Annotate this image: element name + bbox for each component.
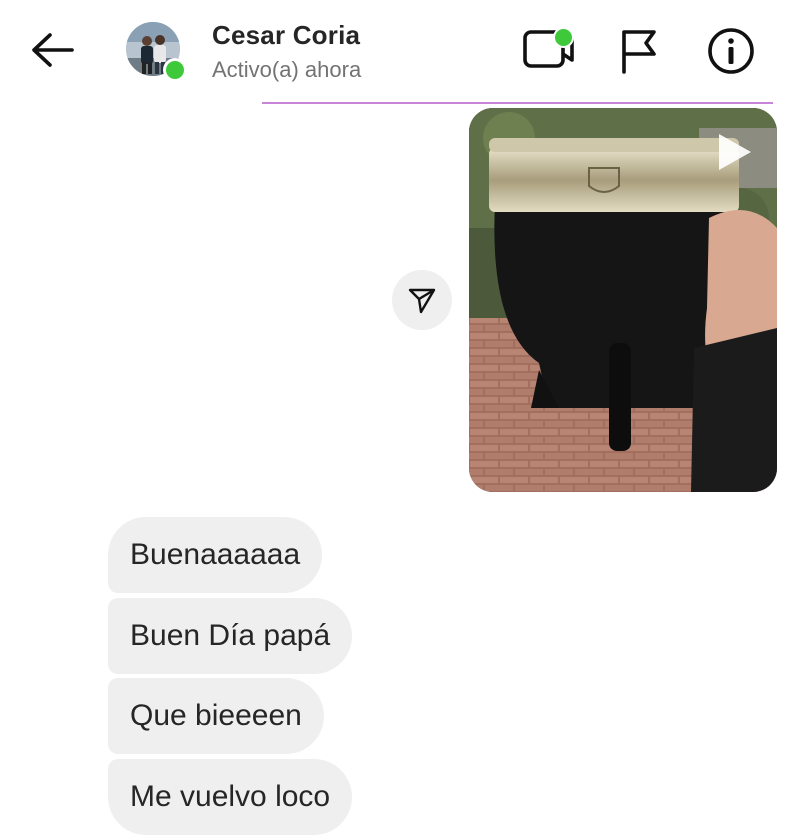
video-message[interactable] [469,108,777,492]
back-button[interactable] [28,30,76,70]
active-status: Activo(a) ahora [212,57,362,82]
info-icon [708,28,754,74]
info-button[interactable] [706,26,756,76]
header-divider [262,102,773,104]
report-button[interactable] [614,26,664,76]
flag-icon [622,30,656,74]
message-bubble[interactable]: Buenaaaaaa [108,517,323,593]
contact-name[interactable]: Cesar Coria [212,20,360,51]
share-button[interactable] [392,270,452,330]
message-bubble[interactable]: Me vuelvo loco [108,759,353,835]
online-status-dot [163,58,187,82]
paper-plane-icon [408,288,436,314]
message-bubble[interactable]: Que bieeeen [108,678,324,754]
arrow-left-icon [32,33,74,67]
message-bubble[interactable]: Buen Día papá [108,598,353,674]
video-thumbnail [469,108,777,492]
video-active-dot [553,27,574,48]
